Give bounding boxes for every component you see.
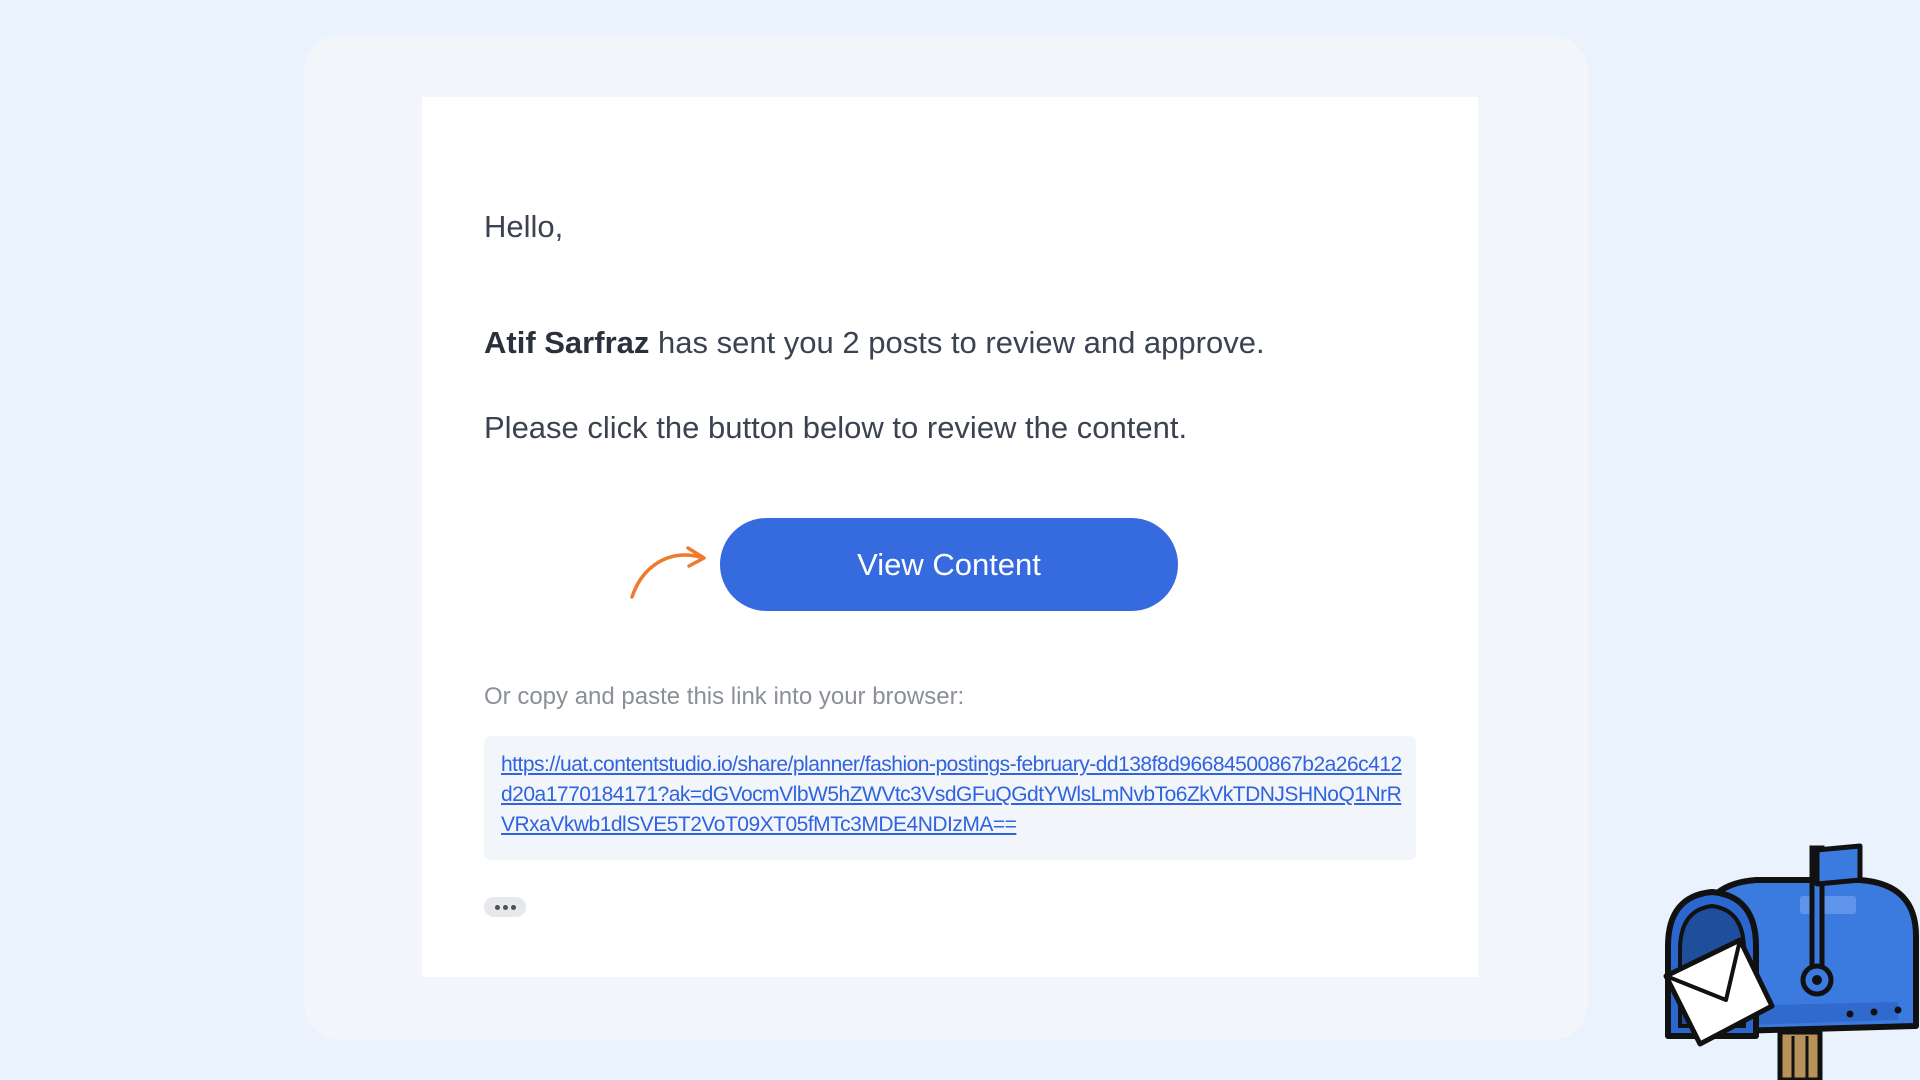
review-message: Atif Sarfraz has sent you 2 posts to rev… (484, 325, 1265, 361)
email-body: Hello, Atif Sarfraz has sent you 2 posts… (422, 97, 1478, 977)
share-link[interactable]: https://uat.contentstudio.io/share/plann… (501, 750, 1404, 840)
mailbox-icon (1663, 843, 1919, 1080)
greeting-text: Hello, (484, 209, 564, 244)
instruction-text: Please click the button below to review … (484, 410, 1188, 445)
view-content-button[interactable]: View Content (720, 518, 1178, 611)
share-link-box: https://uat.contentstudio.io/share/plann… (484, 736, 1416, 860)
curved-arrow-icon (630, 546, 706, 599)
review-message-text: has sent you 2 posts to review and appro… (649, 325, 1265, 360)
ellipsis-icon[interactable] (484, 897, 526, 917)
copy-link-hint: Or copy and paste this link into your br… (484, 683, 965, 710)
sender-name: Atif Sarfraz (484, 325, 650, 360)
